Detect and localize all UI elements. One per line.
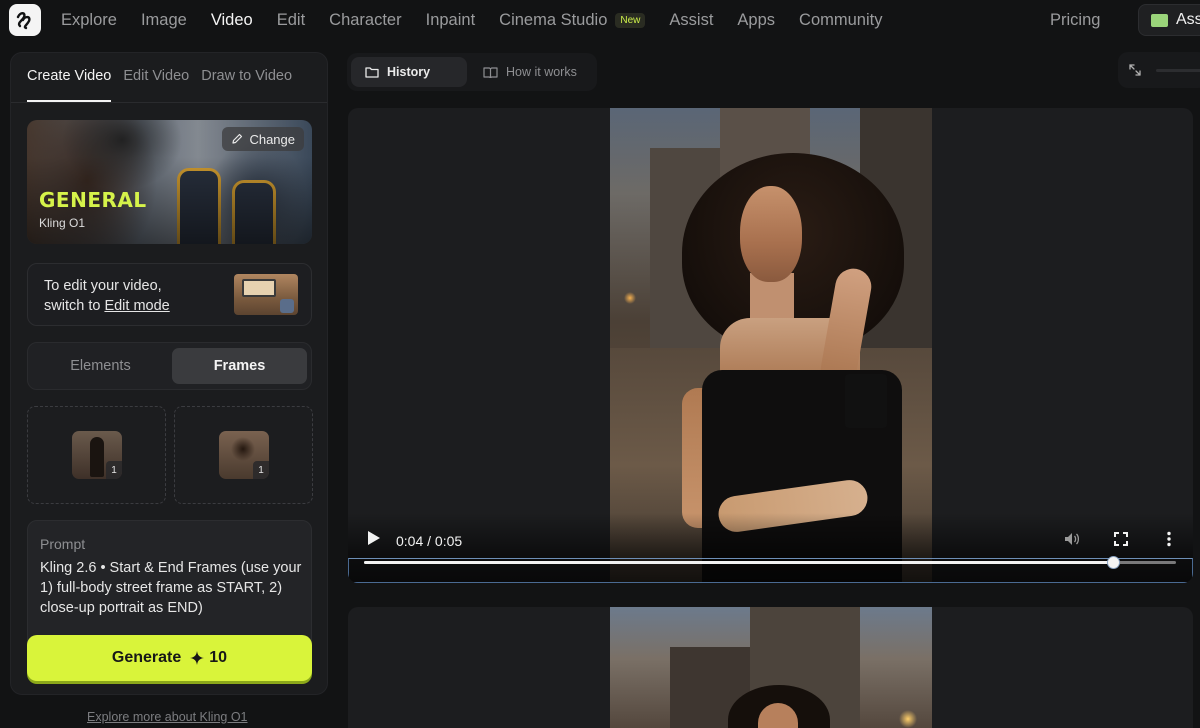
nav-character[interactable]: Character	[329, 11, 401, 30]
progress-fill	[364, 561, 1113, 564]
video-frame	[610, 607, 932, 728]
progress-track[interactable]	[364, 556, 1176, 569]
video-frame	[610, 108, 932, 583]
zoom-control[interactable]	[1118, 52, 1200, 88]
folder-icon	[1151, 13, 1168, 27]
top-navigation: Explore Image Video Edit Character Inpai…	[0, 0, 1200, 40]
model-subtitle: Kling O1	[39, 216, 86, 230]
dress-sleeve	[845, 374, 887, 428]
start-frame-thumbnail: 1	[72, 431, 122, 479]
credit-value: 10	[209, 649, 228, 666]
tabs-divider	[11, 102, 327, 103]
assets-button[interactable]: Ass	[1138, 4, 1200, 36]
subject-face	[740, 186, 802, 282]
play-icon[interactable]	[367, 530, 381, 546]
video-time: 0:04 / 0:05	[396, 533, 463, 549]
nav-community[interactable]: Community	[799, 11, 882, 30]
assets-label: Ass	[1176, 11, 1200, 28]
thumbnail-object	[280, 299, 294, 313]
pencil-icon	[232, 133, 243, 144]
more-options-icon[interactable]	[1160, 530, 1178, 548]
model-card[interactable]: Change GENERAL Kling O1	[27, 120, 312, 244]
history-tabs: History How it works	[347, 53, 597, 91]
generate-label: Generate	[111, 649, 182, 666]
main-nav: Explore Image Video Edit Character Inpai…	[61, 0, 906, 40]
credit-cost: 10	[189, 649, 227, 667]
edit-mode-hint: To edit your video, switch to Edit mode	[27, 263, 312, 326]
nav-cinema-studio[interactable]: Cinema Studio New	[499, 10, 646, 30]
volume-icon[interactable]	[1063, 530, 1081, 548]
nav-image[interactable]: Image	[141, 11, 187, 30]
model-name: GENERAL	[39, 188, 147, 212]
end-frame-thumbnail: 1	[219, 431, 269, 479]
tab-history[interactable]: History	[351, 57, 467, 87]
change-label: Change	[249, 131, 295, 147]
thumbnail-window	[242, 279, 276, 297]
expand-icon[interactable]	[1128, 63, 1142, 77]
tab-draw-to-video[interactable]: Draw to Video	[201, 68, 292, 102]
tab-history-label: History	[387, 65, 431, 79]
explore-more-link[interactable]: Explore more about Kling O1	[87, 710, 248, 724]
segment-elements[interactable]: Elements	[33, 348, 168, 384]
mode-tabs: Create Video Edit Video Draw to Video	[27, 68, 292, 102]
sparkle-icon	[190, 650, 205, 665]
book-icon	[483, 67, 498, 78]
elements-frames-toggle: Elements Frames	[27, 342, 312, 390]
start-frame-slot[interactable]: 1	[27, 406, 166, 504]
nav-video[interactable]: Video	[211, 11, 253, 30]
prompt-label: Prompt	[40, 536, 86, 552]
prompt-text: Kling 2.6 • Start & End Frames (use your…	[40, 560, 302, 616]
nav-cinema-studio-label: Cinema Studio	[499, 10, 608, 29]
video-player[interactable]: 0:04 / 0:05	[348, 108, 1193, 583]
tab-how-it-works[interactable]: How it works	[469, 57, 591, 87]
nav-apps[interactable]: Apps	[737, 11, 775, 30]
tab-edit-video[interactable]: Edit Video	[123, 68, 189, 102]
edit-mode-thumbnail	[234, 274, 298, 315]
progress-handle[interactable]	[1106, 556, 1120, 569]
logo-icon	[16, 12, 31, 30]
create-panel: Create Video Edit Video Draw to Video Ch…	[10, 52, 328, 695]
frame-figure	[90, 437, 104, 477]
change-model-button[interactable]: Change	[222, 127, 304, 151]
folder-outline-icon	[365, 67, 379, 78]
video-progress[interactable]	[348, 556, 1193, 583]
zoom-slider[interactable]	[1156, 69, 1200, 72]
tab-how-it-works-label: How it works	[506, 65, 577, 79]
segment-frames[interactable]: Frames	[172, 348, 307, 384]
generate-button[interactable]: Generate 10	[27, 635, 312, 681]
frame-count: 1	[253, 461, 269, 479]
nav-assist[interactable]: Assist	[669, 11, 713, 30]
nav-pricing[interactable]: Pricing	[1050, 11, 1100, 30]
tab-create-video[interactable]: Create Video	[27, 68, 112, 102]
fullscreen-icon[interactable]	[1112, 530, 1130, 548]
nav-inpaint[interactable]: Inpaint	[426, 11, 476, 30]
frame-count: 1	[106, 461, 122, 479]
app-logo[interactable]	[9, 4, 41, 36]
edit-hint-prefix: switch to	[44, 298, 105, 314]
new-badge: New	[615, 12, 646, 28]
edit-mode-link[interactable]: Edit mode	[104, 298, 169, 314]
edit-hint-line1: To edit your video,	[44, 278, 162, 294]
video-player[interactable]	[348, 607, 1193, 728]
end-frame-slot[interactable]: 1	[174, 406, 313, 504]
edit-hint-text: To edit your video, switch to Edit mode	[44, 276, 170, 316]
nav-edit[interactable]: Edit	[277, 11, 305, 30]
nav-explore[interactable]: Explore	[61, 11, 117, 30]
